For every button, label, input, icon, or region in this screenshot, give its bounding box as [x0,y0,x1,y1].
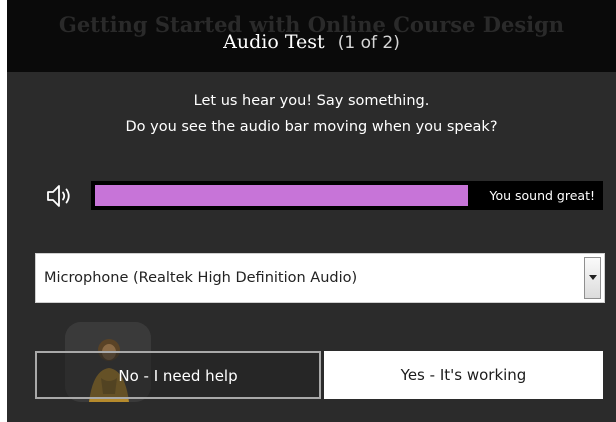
instructions-line-2: Do you see the audio bar moving when you… [125,119,498,135]
chevron-down-icon [589,275,597,280]
dialog-title: Audio Test (1 of 2) [7,31,616,53]
instructions-line-1: Let us hear you! Say something. [193,93,430,109]
audio-status-text: You sound great! [489,188,596,203]
dialog-header: Getting Started with Online Course Desig… [7,0,616,72]
audio-test-dialog: Getting Started with Online Course Desig… [7,0,616,422]
audio-level-meter: You sound great! [91,181,603,210]
no-need-help-button[interactable]: No - I need help [35,351,321,399]
dialog-step-indicator: (1 of 2) [337,33,400,53]
microphone-select-value: Microphone (Realtek High Definition Audi… [44,270,358,286]
microphone-select[interactable]: Microphone (Realtek High Definition Audi… [35,253,605,303]
instructions: Let us hear you! Say something. Do you s… [7,88,616,140]
dialog-title-text: Audio Test [223,31,325,53]
yes-working-button[interactable]: Yes - It's working [324,351,603,399]
dropdown-button[interactable] [584,257,601,299]
audio-level-fill [95,185,468,206]
speaker-icon [45,183,75,209]
